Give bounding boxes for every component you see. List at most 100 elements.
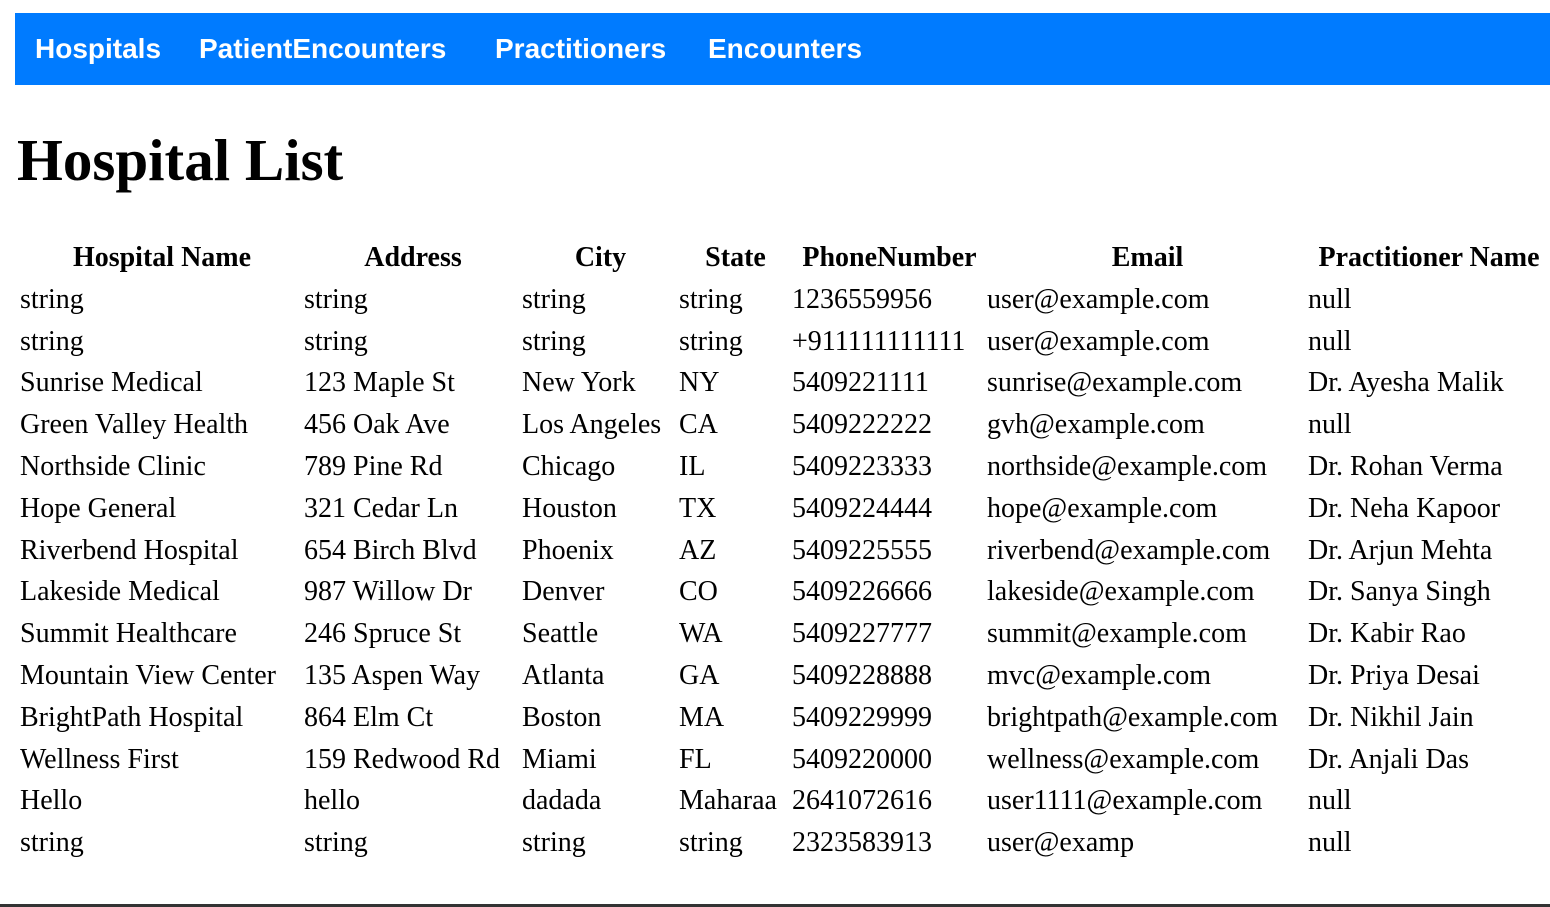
page-title: Hospital List [17, 127, 344, 193]
cell-email: mvc@example.com [987, 660, 1212, 692]
cell-hospital-name: Wellness First [20, 743, 179, 775]
cell-city: dadada [522, 785, 602, 817]
table-row: Wellness First 159 Redwood Rd Miami FL 54092… [20, 739, 1550, 781]
cell-state: GA [679, 660, 720, 692]
cell-practitioner-name: Dr. Arjun Mehta [1308, 534, 1493, 566]
column-header-address: Address [364, 242, 462, 273]
cell-phone-number: 5409226666 [792, 576, 932, 608]
cell-city: New York [522, 367, 636, 399]
cell-address: 654 Birch Blvd [304, 534, 477, 566]
cell-address: string [304, 283, 368, 315]
column-header-hospital-name: Hospital Name [72, 242, 252, 273]
cell-state: Maharaa [679, 785, 777, 817]
cell-phone-number: 5409229999 [792, 701, 932, 733]
cell-hospital-name: Northside Clinic [20, 451, 206, 483]
column-header-email: Email [1111, 242, 1184, 273]
cell-hospital-name: Lakeside Medical [20, 576, 220, 608]
cell-practitioner-name: null [1308, 785, 1352, 817]
cell-practitioner-name: Dr. Priya Desai [1308, 660, 1480, 692]
cell-hospital-name: string [20, 325, 84, 357]
cell-state: string [679, 827, 743, 859]
cell-address: 456 Oak Ave [304, 409, 450, 441]
cell-hospital-name: Summit Healthcare [20, 618, 237, 650]
cell-practitioner-name: Dr. Ayesha Malik [1308, 367, 1504, 399]
cell-email: riverbend@example.com [987, 534, 1271, 566]
nav-link-practitioners[interactable]: Practitioners [495, 13, 666, 85]
cell-email: hope@example.com [987, 492, 1218, 524]
cell-state: CA [679, 409, 718, 441]
cell-address: 789 Pine Rd [304, 451, 443, 483]
cell-address: string [304, 827, 368, 859]
table-row: string string string string +911111111111 use… [20, 321, 1550, 363]
cell-state: NY [679, 367, 720, 399]
cell-city: string [522, 827, 586, 859]
cell-address: hello [304, 785, 360, 817]
cell-practitioner-name: Dr. Sanya Singh [1308, 576, 1491, 608]
cell-city: Denver [522, 576, 605, 608]
table-row: Sunrise Medical 123 Maple St New York NY 540… [20, 363, 1550, 405]
cell-city: Houston [522, 492, 617, 524]
cell-hospital-name: BrightPath Hospital [20, 701, 244, 733]
cell-state: MA [679, 701, 725, 733]
cell-address: string [304, 325, 368, 357]
cell-practitioner-name: Dr. Neha Kapoor [1308, 492, 1501, 524]
cell-phone-number: 5409220000 [792, 743, 932, 775]
cell-address: 987 Willow Dr [304, 576, 472, 608]
cell-city: Los Angeles [522, 409, 662, 441]
cell-phone-number: 5409221111 [792, 367, 929, 399]
cell-practitioner-name: null [1308, 325, 1352, 357]
table-row: BrightPath Hospital 864 Elm Ct Boston MA 540… [20, 697, 1550, 739]
cell-email: user1111@example.com [987, 785, 1263, 817]
cell-phone-number: 5409228888 [792, 660, 932, 692]
cell-email: gvh@example.com [987, 409, 1205, 441]
nav-link-hospitals[interactable]: Hospitals [35, 13, 161, 85]
cell-phone-number: 5409222222 [792, 409, 932, 441]
nav-link-encounters[interactable]: Encounters [708, 13, 862, 85]
cell-state: CO [679, 576, 718, 608]
cell-address: 123 Maple St [304, 367, 455, 399]
cell-state: IL [679, 451, 706, 483]
table-row: Green Valley Health 456 Oak Ave Los Angele… [20, 404, 1550, 446]
cell-email: user@examp [987, 827, 1135, 859]
cell-hospital-name: Sunrise Medical [20, 367, 203, 399]
table-row: Summit Healthcare 246 Spruce St Seattle WA 5… [20, 613, 1550, 655]
cell-practitioner-name: null [1308, 283, 1352, 315]
cell-city: Chicago [522, 451, 616, 483]
cell-email: user@example.com [987, 283, 1210, 315]
column-header-state: State [705, 242, 766, 273]
cell-state: WA [679, 618, 723, 650]
cell-state: AZ [679, 534, 717, 566]
table-body: string string string string 1236559956 user@e… [20, 279, 1550, 864]
cell-hospital-name: Hello [20, 785, 83, 817]
cell-address: 135 Aspen Way [304, 660, 481, 692]
cell-city: Seattle [522, 618, 599, 650]
table-row: Lakeside Medical 987 Willow Dr Denver CO 540… [20, 572, 1550, 614]
cell-email: brightpath@example.com [987, 701, 1278, 733]
hospital-table: Hospital Name Address City State PhoneNumber… [20, 237, 1550, 864]
cell-phone-number: +911111111111 [792, 325, 966, 357]
cell-address: 864 Elm Ct [304, 701, 434, 733]
cell-practitioner-name: Dr. Nikhil Jain [1308, 701, 1474, 733]
cell-email: summit@example.com [987, 618, 1247, 650]
cell-phone-number: 2641072616 [792, 785, 932, 817]
table-row: Northside Clinic 789 Pine Rd Chicago IL 5409… [20, 446, 1550, 488]
cell-practitioner-name: Dr. Rohan Verma [1308, 451, 1503, 483]
cell-address: 321 Cedar Ln [304, 492, 458, 524]
cell-hospital-name: Hope General [20, 492, 177, 524]
cell-city: string [522, 283, 586, 315]
cell-phone-number: 5409225555 [792, 534, 932, 566]
table-row: Mountain View Center 135 Aspen Way Atlanta… [20, 655, 1550, 697]
cell-email: user@example.com [987, 325, 1210, 357]
table-row: string string string string 1236559956 user@e… [20, 279, 1550, 321]
cell-hospital-name: Green Valley Health [20, 409, 249, 441]
cell-phone-number: 1236559956 [792, 283, 932, 315]
cell-city: Miami [522, 743, 597, 775]
cell-email: northside@example.com [987, 451, 1268, 483]
cell-state: string [679, 283, 743, 315]
cell-phone-number: 5409223333 [792, 451, 932, 483]
cell-state: FL [679, 743, 712, 775]
top-navbar: Hospitals PatientEncounters Practitioner… [15, 13, 1550, 85]
nav-link-patient-encounters[interactable]: PatientEncounters [199, 13, 446, 85]
table-row: Hope General 321 Cedar Ln Houston TX 5409224… [20, 488, 1550, 530]
cell-city: Phoenix [522, 534, 614, 566]
